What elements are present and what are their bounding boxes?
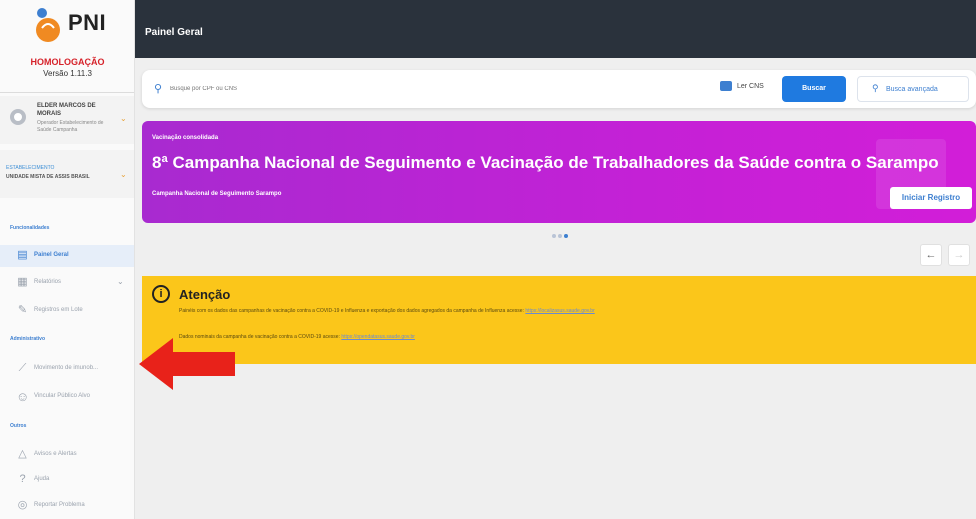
section-outros: Outros (10, 423, 27, 429)
divider (0, 92, 134, 93)
help-icon: ? (19, 473, 26, 485)
page-title: Painel Geral (145, 27, 203, 38)
establishment-selector[interactable]: ESTABELECIMENTO UNIDADE MISTA DE ASSIS B… (0, 150, 134, 198)
search-input[interactable] (170, 82, 470, 96)
sidebar-item-movimento-imunobiologico[interactable]: ⟋ Movimento de imunob... (0, 358, 134, 380)
sidebar-item-label: Ajuda (34, 476, 50, 482)
busca-avancada-button[interactable]: ⚲ Busca avançada (857, 76, 969, 102)
chevron-down-icon: ⌄ (120, 170, 127, 179)
establishment-label: ESTABELECIMENTO (6, 165, 55, 171)
search-card: ⚲ Ler CNS Buscar ⚲ Busca avançada (142, 70, 976, 108)
banner-subtitle: Campanha Nacional de Seguimento Sarampo (152, 191, 282, 197)
sidebar-item-label: Painel Geral (34, 252, 69, 258)
alert-link-2[interactable]: https://opendatasus.saude.gov.br (341, 334, 415, 340)
iniciar-registro-button[interactable]: Iniciar Registro (890, 187, 972, 209)
sidebar-item-registros-em-lote[interactable]: ✎ Registros em Lote (0, 300, 134, 322)
sidebar-item-vincular-publico-alvo[interactable]: ☺ Vincular Público Alvo (0, 386, 134, 408)
ler-cns-button[interactable]: Ler CNS (737, 83, 764, 90)
sidebar-item-label: Movimento de imunob... (34, 365, 99, 371)
carousel-prev-button[interactable]: ← (920, 244, 942, 266)
carousel-dot-active[interactable] (564, 234, 568, 238)
carousel-dots (552, 233, 572, 239)
section-administrativo: Administrativo (10, 336, 46, 342)
top-bar: Painel Geral (135, 0, 976, 58)
report-icon: ▦ (17, 276, 28, 288)
buscar-button[interactable]: Buscar (782, 76, 846, 102)
avatar (10, 109, 26, 125)
alert-link-1[interactable]: https://localizasus.saude.gov.br (525, 308, 594, 314)
establishment-name: UNIDADE MISTA DE ASSIS BRASIL (6, 174, 90, 180)
banner-title: 8ª Campanha Nacional de Seguimento e Vac… (152, 153, 939, 172)
sidebar-item-painel-geral[interactable]: ▤ Painel Geral (0, 245, 134, 267)
chevron-down-icon: ⌄ (120, 114, 127, 123)
pencil-icon: ✎ (17, 304, 28, 316)
bell-icon: △ (18, 448, 27, 460)
sidebar-item-relatorios[interactable]: ▦ Relatórios ⌄ (0, 272, 134, 294)
alert-line-1: Painéis com os dados das campanhas de va… (179, 308, 595, 314)
sidebar-item-reportar-problema[interactable]: ◎ Reportar Problema (0, 495, 134, 517)
sidebar-item-label: Relatórios (34, 279, 62, 285)
user-role: Operador Estabelecimento de Saúde Campan… (37, 120, 104, 133)
search-icon: ⚲ (154, 83, 163, 95)
banner-kicker: Vacinação consolidada (152, 135, 219, 141)
user-name: ELDER MARCOS DE MORAIS (37, 103, 96, 117)
sidebar-item-label: Reportar Problema (34, 502, 85, 508)
alert-line-1-text: Painéis com os dados das campanhas de va… (179, 308, 524, 314)
logo: PNI HOMOLOGAÇÃO Versão 1.11.3 (0, 0, 134, 88)
info-icon: i (152, 285, 170, 303)
dashboard-icon: ▤ (17, 249, 28, 261)
attention-alert: i Atenção Painéis com os dados das campa… (142, 276, 976, 364)
carousel-next-button[interactable]: → (948, 244, 970, 266)
sidebar-item-label: Registros em Lote (34, 307, 83, 313)
app-root: PNI HOMOLOGAÇÃO Versão 1.11.3 ELDER MARC… (0, 0, 976, 519)
environment-label: HOMOLOGAÇÃO (30, 57, 105, 67)
alert-title: Atenção (179, 287, 231, 302)
section-funcionalidades: Funcionalidades (10, 225, 50, 231)
campaign-banner: Vacinação consolidada 8ª Campanha Nacion… (142, 121, 976, 223)
card-reader-icon[interactable] (720, 81, 732, 91)
pni-logo-icon (36, 8, 60, 42)
chevron-down-icon: ⌄ (117, 277, 124, 286)
sidebar-item-label: Avisos e Alertas (34, 451, 77, 457)
search-icon: ⚲ (872, 83, 879, 93)
syringe-icon: ⟋ (18, 362, 27, 374)
busca-avancada-label: Busca avançada (886, 86, 938, 93)
user-selector[interactable]: ELDER MARCOS DE MORAIS Operador Estabele… (0, 96, 134, 144)
red-arrow-annotation-icon (139, 338, 235, 390)
report-problem-icon: ◎ (17, 499, 28, 511)
carousel-dot[interactable] (552, 234, 556, 238)
version-label: Versão 1.11.3 (43, 69, 92, 78)
logo-text: PNI (68, 10, 107, 35)
person-icon: ☺ (16, 389, 30, 404)
carousel-dot[interactable] (558, 234, 562, 238)
sidebar: PNI HOMOLOGAÇÃO Versão 1.11.3 ELDER MARC… (0, 0, 135, 519)
sidebar-item-ajuda[interactable]: ? Ajuda (0, 469, 134, 491)
sidebar-item-avisos-alertas[interactable]: △ Avisos e Alertas (0, 444, 134, 466)
sidebar-item-label: Vincular Público Alvo (34, 393, 90, 399)
